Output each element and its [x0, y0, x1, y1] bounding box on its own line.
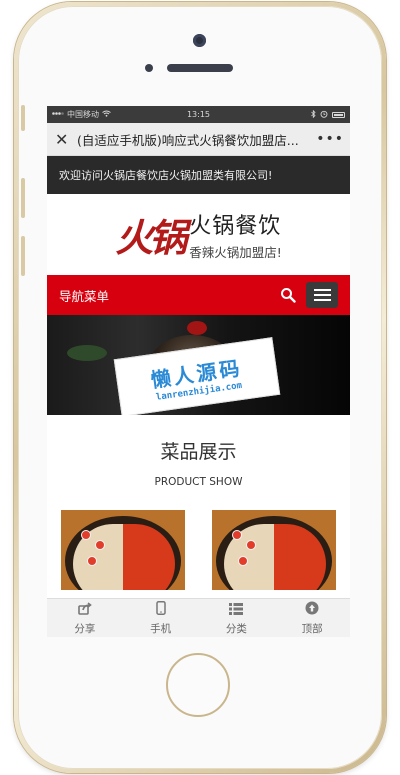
banner-chili — [187, 321, 207, 335]
more-options-icon[interactable]: ••• — [316, 131, 344, 147]
tab-label: 手机 — [150, 623, 172, 635]
proximity-sensor — [145, 64, 153, 72]
product-card[interactable] — [61, 510, 185, 590]
welcome-banner: 欢迎访问火锅店餐饮店火锅加盟类有限公司! — [47, 156, 350, 194]
volume-up-button — [21, 178, 25, 218]
tomato-slice — [81, 530, 91, 540]
tomato-slice — [95, 540, 105, 550]
tab-label: 分享 — [74, 623, 96, 635]
tab-phone[interactable]: 手机 — [123, 599, 199, 637]
product-card[interactable] — [212, 510, 336, 590]
tab-share[interactable]: 分享 — [47, 599, 123, 637]
bottom-tab-bar: 分享 手机 分类 顶部 — [47, 598, 350, 637]
menu-line — [313, 289, 331, 291]
menu-line — [313, 299, 331, 301]
nav-menu-label[interactable]: 导航菜单 — [59, 286, 280, 305]
home-button[interactable] — [166, 653, 230, 717]
alarm-icon — [320, 110, 328, 120]
tab-label: 顶部 — [301, 623, 323, 635]
banner-herb — [67, 345, 107, 361]
grid-list-icon — [229, 600, 244, 619]
tomato-slice — [232, 530, 242, 540]
tomato-slice — [246, 540, 256, 550]
tab-category[interactable]: 分类 — [199, 599, 275, 637]
phone-icon — [155, 600, 166, 619]
front-camera — [193, 34, 206, 47]
logo-main-text: 火锅餐饮 — [189, 214, 282, 239]
tab-label: 分类 — [225, 623, 247, 635]
tab-top[interactable]: 顶部 — [274, 599, 350, 637]
logo-mark: 火锅 — [115, 215, 187, 260]
watermark-logo: 懒人源码 lanrenzhijia.com — [113, 337, 281, 415]
browser-title-bar: ✕ (自适应手机版)响应式火锅餐饮加盟店... ••• — [47, 123, 350, 156]
section-title: 菜品展示 — [160, 441, 237, 463]
phone-screen: 中国移动 13:15 ✕ (自适应手机版)响应式火锅餐饮加盟店... ••• 欢… — [47, 106, 350, 637]
tomato-slice — [238, 556, 248, 566]
status-bar: 中国移动 13:15 — [47, 106, 350, 123]
tomato-slice — [87, 556, 97, 566]
site-logo[interactable]: 火锅 火锅餐饮 香辣火锅加盟店! — [47, 194, 350, 275]
share-icon — [78, 600, 92, 619]
logo-slogan: 香辣火锅加盟店! — [189, 245, 282, 260]
battery-icon — [332, 111, 345, 118]
mute-switch — [21, 105, 25, 131]
bluetooth-icon — [311, 109, 316, 120]
earpiece-speaker — [167, 64, 233, 72]
volume-down-button — [21, 236, 25, 276]
close-icon[interactable]: ✕ — [55, 130, 77, 149]
hamburger-menu-button[interactable] — [306, 282, 338, 308]
hero-banner[interactable]: 懒人源码 lanrenzhijia.com — [47, 315, 350, 415]
menu-line — [313, 294, 331, 296]
arrow-up-circle-icon — [305, 600, 319, 619]
nav-bar: 导航菜单 — [47, 275, 350, 315]
status-time: 13:15 — [186, 110, 211, 119]
page-title: (自适应手机版)响应式火锅餐饮加盟店... — [77, 132, 299, 148]
section-subtitle: PRODUCT SHOW — [154, 476, 243, 488]
product-grid — [47, 510, 350, 590]
search-icon[interactable] — [280, 287, 296, 303]
